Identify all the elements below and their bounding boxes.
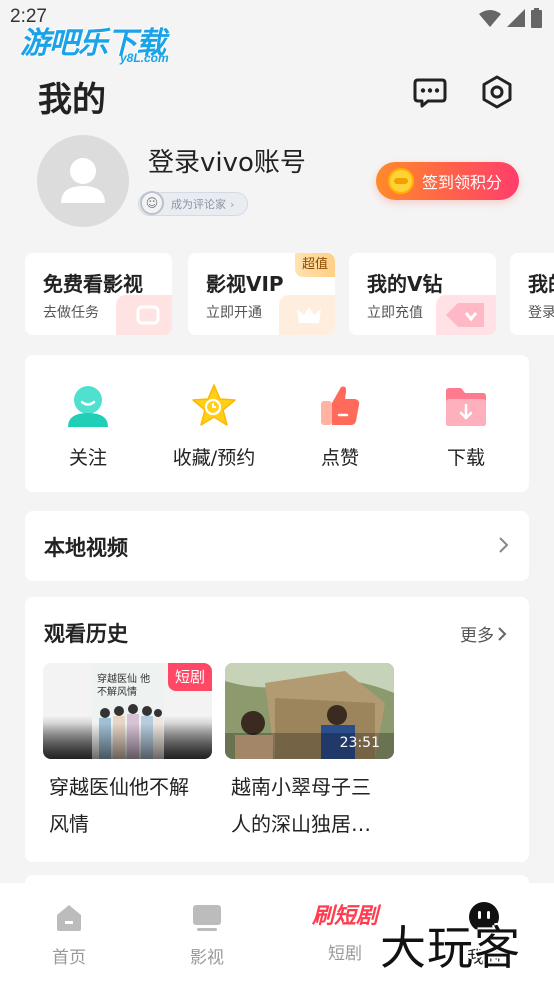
history-more-link[interactable]: 更多	[460, 621, 508, 646]
like-label: 点赞	[320, 447, 359, 469]
download-button[interactable]: 下载	[406, 383, 526, 470]
nav-home[interactable]: 首页	[24, 901, 114, 968]
nav-home-label: 首页	[52, 948, 86, 968]
nav-short-drama-label: 短剧	[328, 944, 362, 964]
nav-short-drama[interactable]: 刷短剧 短剧	[300, 901, 390, 964]
battery-icon	[531, 8, 542, 28]
reviewer-badge-label: 成为评论家	[171, 198, 226, 211]
promo-mine[interactable]: 我的 登录	[510, 253, 554, 335]
cellular-signal-icon	[507, 9, 525, 27]
chevron-right-icon	[498, 626, 507, 641]
chevron-right-icon	[499, 537, 509, 553]
promo-title: 免费看影视	[43, 272, 143, 296]
history-thumbnail: 23:51	[225, 663, 394, 759]
follow-icon	[68, 386, 108, 427]
login-link[interactable]: 登录vivo账号	[148, 142, 306, 179]
short-drama-logo: 刷短剧	[311, 904, 378, 929]
promo-title: 我的	[528, 272, 554, 296]
nav-video[interactable]: 影视	[162, 901, 252, 968]
history-item-title: 越南小翠母子三人的深山独居…	[231, 775, 371, 836]
value-tag: 超值	[295, 253, 335, 277]
tv-icon	[193, 905, 221, 931]
message-bubble-icon	[413, 78, 447, 108]
settings-button[interactable]	[479, 74, 515, 110]
page-title: 我的	[38, 80, 106, 120]
watermark-bottom-text: 大玩客	[380, 921, 521, 975]
quick-actions-card: 关注 收藏/预约 点赞 下载	[25, 355, 529, 492]
avatar[interactable]	[37, 135, 129, 227]
like-thumb-icon	[321, 386, 360, 425]
settings-hexagon-icon	[482, 75, 512, 109]
promo-subtitle: 登录	[528, 305, 554, 321]
history-item[interactable]: 23:51 越南小翠母子三人的深山独居…	[225, 663, 395, 843]
reviewer-face-icon: ☺	[140, 191, 164, 215]
more-label: 更多	[460, 626, 494, 646]
play-screen-icon	[116, 295, 172, 335]
download-label: 下载	[446, 447, 485, 469]
watermark-logo-sub: y8L.com	[120, 51, 169, 65]
reviewer-badge[interactable]: ☺ 成为评论家 ›	[138, 191, 248, 216]
nav-video-label: 影视	[190, 948, 224, 968]
checkin-label: 签到领积分	[422, 173, 503, 192]
download-folder-icon	[446, 388, 486, 426]
promo-free-watch[interactable]: 免费看影视 去做任务	[25, 253, 172, 335]
wifi-icon	[479, 10, 501, 27]
follow-button[interactable]: 关注	[28, 383, 148, 470]
watermark-logo: 游吧乐下载 y8L.com	[20, 18, 169, 65]
promo-subtitle: 立即充值	[367, 305, 423, 321]
short-drama-tag: 短剧	[168, 663, 212, 691]
favorite-star-icon	[192, 384, 236, 426]
watch-history-card: 观看历史 更多 穿越医仙 他不解风情 短剧 穿越医仙他不解风情 23:51 越南…	[25, 597, 529, 862]
promo-title: 我的V钻	[367, 272, 443, 296]
promo-v-diamond[interactable]: 我的V钻 立即充值	[349, 253, 496, 335]
diamond-icon	[436, 295, 496, 335]
chevron-right-icon: ›	[230, 197, 235, 211]
history-item-title: 穿越医仙他不解风情	[49, 775, 189, 836]
status-icons	[479, 8, 542, 28]
local-video-label: 本地视频	[44, 536, 128, 560]
coin-icon	[388, 168, 414, 194]
home-icon	[57, 905, 81, 931]
promo-title: 影视VIP	[206, 272, 284, 296]
crown-icon	[279, 295, 335, 335]
history-item[interactable]: 穿越医仙 他不解风情 短剧 穿越医仙他不解风情	[43, 663, 213, 843]
video-duration: 23:51	[339, 735, 380, 751]
promo-subtitle: 立即开通	[206, 305, 262, 321]
local-video-row[interactable]: 本地视频	[25, 511, 529, 581]
like-button[interactable]: 点赞	[280, 383, 400, 470]
default-user-icon	[61, 158, 105, 203]
follow-label: 关注	[68, 447, 107, 469]
promo-subtitle: 去做任务	[43, 305, 99, 321]
favorite-label: 收藏/预约	[172, 447, 256, 469]
checkin-button[interactable]: 签到领积分	[376, 162, 519, 200]
history-title: 观看历史	[44, 622, 128, 646]
favorite-button[interactable]: 收藏/预约	[154, 383, 274, 470]
history-thumbnail: 穿越医仙 他不解风情 短剧	[43, 663, 212, 759]
promo-video-vip[interactable]: 影视VIP 立即开通 超值	[188, 253, 335, 335]
messages-button[interactable]	[412, 74, 448, 110]
poster-text: 穿越医仙 他不解风情	[97, 674, 151, 698]
